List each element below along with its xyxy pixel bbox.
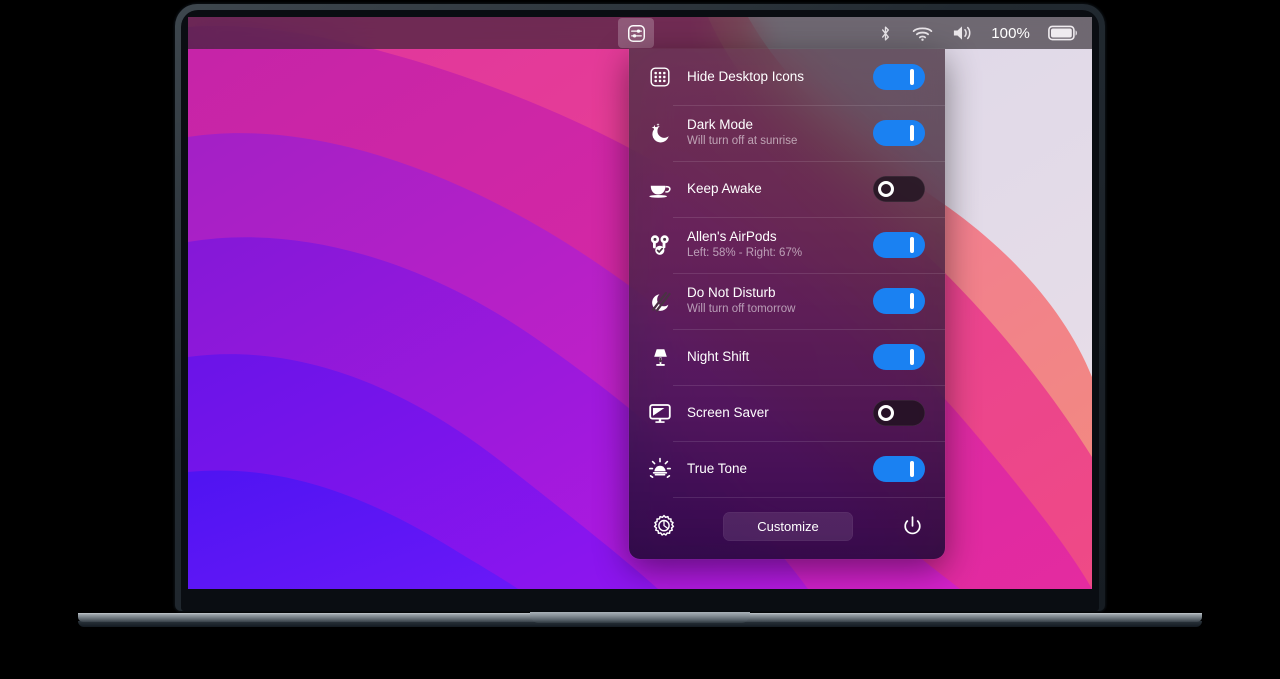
desk-lamp-icon <box>645 342 675 372</box>
control-row-text: Hide Desktop Icons <box>687 69 873 86</box>
menubar-item-bluetooth[interactable] <box>877 24 894 43</box>
monitor-icon <box>645 398 675 428</box>
control-row-title: Keep Awake <box>687 181 873 198</box>
toggle-hide-desktop-icons[interactable] <box>873 64 925 90</box>
menubar-left-group <box>188 17 654 49</box>
laptop-base-notch <box>530 612 750 623</box>
screenshot-stage: 100% <box>0 0 1280 679</box>
control-row-title: Screen Saver <box>687 405 873 422</box>
control-row-text: Screen Saver <box>687 405 873 422</box>
menubar-battery-percent[interactable]: 100% <box>991 25 1030 42</box>
control-row-text: Do Not Disturb Will turn off tomorrow <box>687 285 873 318</box>
toggle-airpods[interactable] <box>873 232 925 258</box>
toggle-night-shift[interactable] <box>873 344 925 370</box>
customize-button-label: Customize <box>757 519 818 534</box>
customize-button[interactable]: Customize <box>723 512 853 541</box>
control-row-subtitle: Will turn off tomorrow <box>687 302 873 317</box>
desktop-grid-icon <box>645 62 675 92</box>
control-row-title: Do Not Disturb <box>687 285 873 302</box>
control-row-keep-awake[interactable]: Keep Awake <box>629 161 945 217</box>
laptop-lid: 100% <box>175 4 1105 611</box>
control-row-dark-mode[interactable]: Dark Mode Will turn off at sunrise <box>629 105 945 161</box>
menubar-item-volume[interactable] <box>951 24 973 42</box>
control-row-title: Allen's AirPods <box>687 229 873 246</box>
toggle-true-tone[interactable] <box>873 456 925 482</box>
control-row-subtitle: Left: 58% - Right: 67% <box>687 246 873 261</box>
control-row-title: Night Shift <box>687 349 873 366</box>
moon-stars-icon <box>645 118 675 148</box>
toggle-dark-mode[interactable] <box>873 120 925 146</box>
menubar-item-battery[interactable] <box>1048 25 1078 41</box>
moon-slash-icon <box>645 286 675 316</box>
macos-menubar: 100% <box>188 17 1092 49</box>
sliders-icon <box>627 24 646 43</box>
control-row-airpods[interactable]: Allen's AirPods Left: 58% - Right: 67% <box>629 217 945 273</box>
control-row-text: True Tone <box>687 461 873 478</box>
control-row-do-not-disturb[interactable]: Do Not Disturb Will turn off tomorrow <box>629 273 945 329</box>
control-panel: Hide Desktop Icons <box>629 49 945 559</box>
control-row-subtitle: Will turn off at sunrise <box>687 134 873 149</box>
toggle-screen-saver[interactable] <box>873 400 925 426</box>
control-row-text: Keep Awake <box>687 181 873 198</box>
control-row-title: True Tone <box>687 461 873 478</box>
airpods-icon <box>645 230 675 260</box>
control-row-text: Night Shift <box>687 349 873 366</box>
laptop-bezel: 100% <box>181 10 1099 611</box>
toggle-do-not-disturb[interactable] <box>873 288 925 314</box>
menubar-app-icon[interactable] <box>618 18 654 48</box>
bluetooth-icon <box>877 24 894 43</box>
control-row-title: Hide Desktop Icons <box>687 69 873 86</box>
control-row-text: Allen's AirPods Left: 58% - Right: 67% <box>687 229 873 262</box>
power-icon[interactable] <box>899 513 925 539</box>
control-row-night-shift[interactable]: Night Shift <box>629 329 945 385</box>
volume-icon <box>951 24 973 42</box>
menubar-item-wifi[interactable] <box>912 25 933 42</box>
battery-icon <box>1048 25 1078 41</box>
toggle-keep-awake[interactable] <box>873 176 925 202</box>
gear-icon[interactable] <box>651 513 677 539</box>
wifi-icon <box>912 25 933 42</box>
sun-rays-icon <box>645 454 675 484</box>
battery-percent-label: 100% <box>991 25 1030 42</box>
control-row-screen-saver[interactable]: Screen Saver <box>629 385 945 441</box>
coffee-cup-icon <box>645 174 675 204</box>
control-row-hide-desktop-icons[interactable]: Hide Desktop Icons <box>629 49 945 105</box>
laptop-screen: 100% <box>188 17 1092 589</box>
panel-footer: Customize <box>629 497 945 555</box>
control-row-title: Dark Mode <box>687 117 873 134</box>
control-row-true-tone[interactable]: True Tone <box>629 441 945 497</box>
control-row-text: Dark Mode Will turn off at sunrise <box>687 117 873 150</box>
